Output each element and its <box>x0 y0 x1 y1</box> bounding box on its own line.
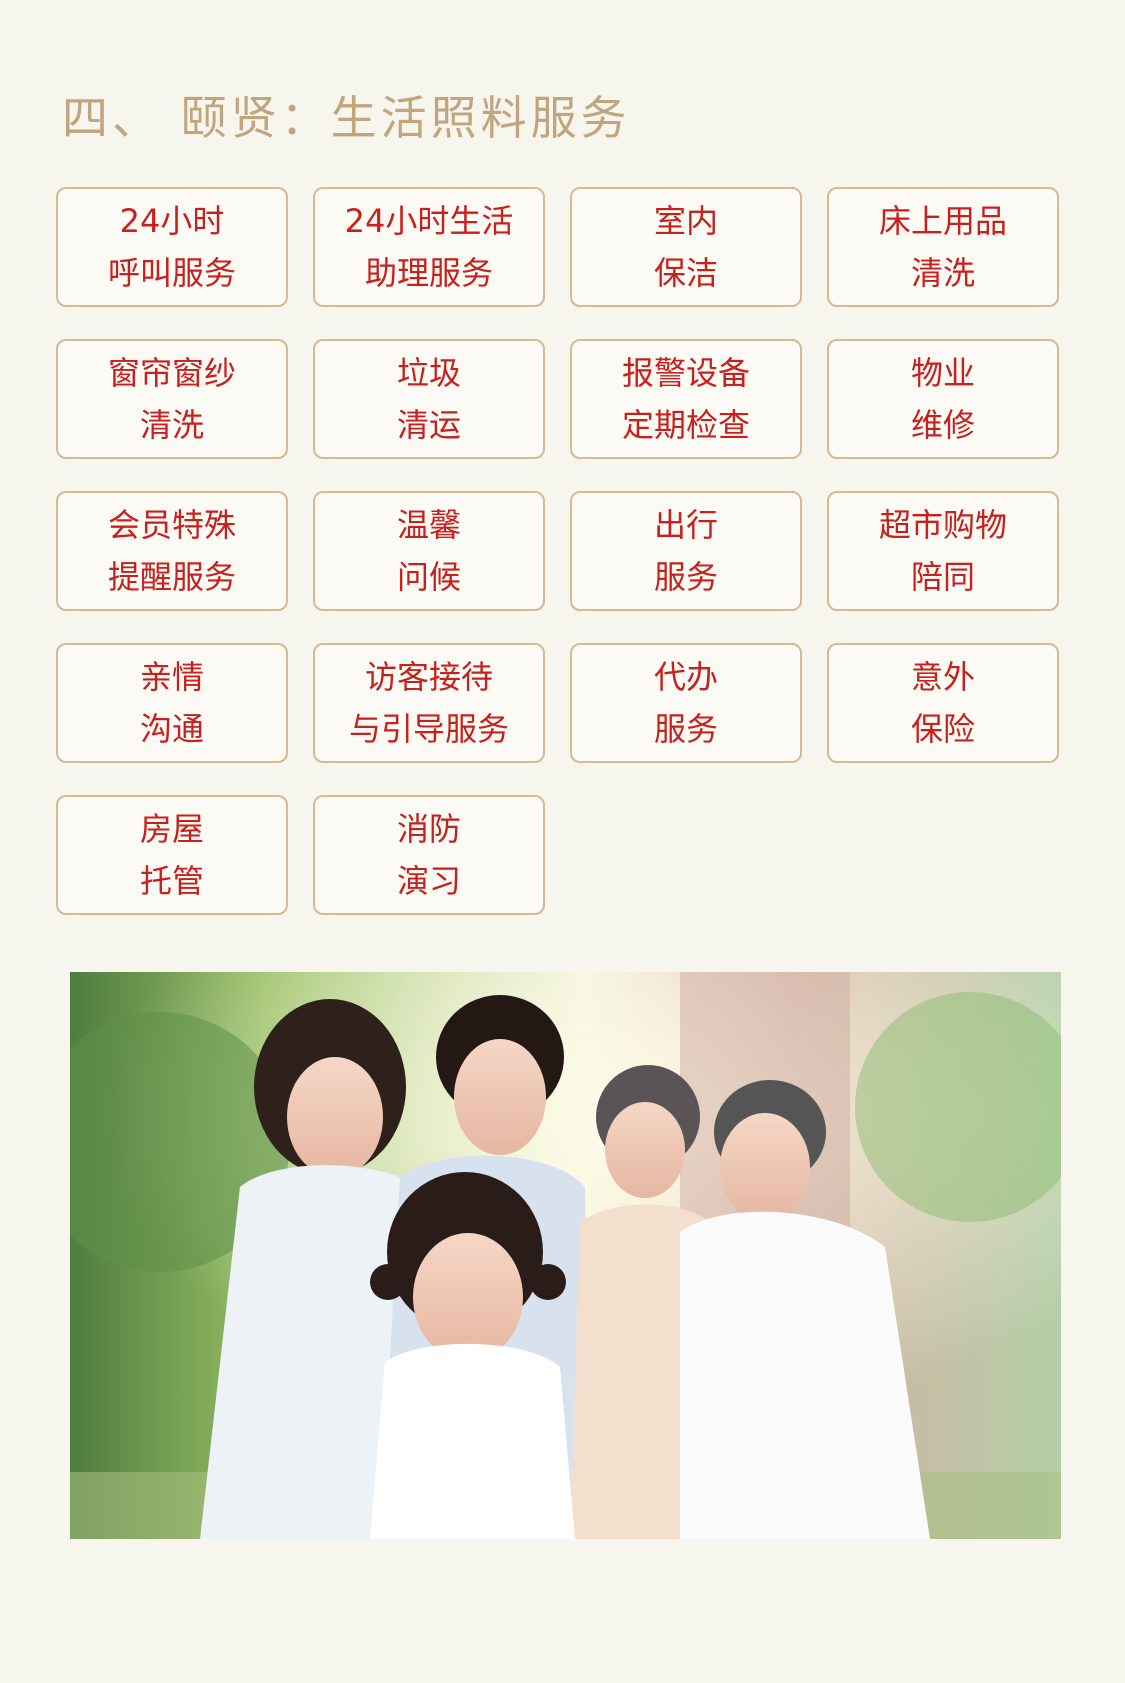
service-line: 超市购物 <box>878 506 1007 544</box>
service-line: 消防 <box>396 810 461 848</box>
service-card[interactable]: 垃圾 清运 <box>313 339 545 459</box>
service-line: 室内 <box>653 202 718 240</box>
service-card[interactable]: 温馨 问候 <box>313 491 545 611</box>
service-line: 沟通 <box>139 710 204 748</box>
service-line: 垃圾 <box>396 354 461 392</box>
service-card[interactable]: 亲情 沟通 <box>56 643 288 763</box>
service-card[interactable]: 报警设备 定期检查 <box>570 339 802 459</box>
service-line: 报警设备 <box>621 354 750 392</box>
service-line: 意外 <box>910 658 975 696</box>
service-card[interactable]: 床上用品 清洗 <box>827 187 1059 307</box>
service-line: 床上用品 <box>878 202 1007 240</box>
service-line: 维修 <box>910 406 975 444</box>
service-line: 呼叫服务 <box>107 254 236 292</box>
service-card[interactable]: 24小时生活 助理服务 <box>313 187 545 307</box>
service-line: 定期检查 <box>621 406 750 444</box>
family-photo <box>70 972 1061 1539</box>
service-line: 与引导服务 <box>348 710 509 748</box>
service-card[interactable]: 窗帘窗纱 清洗 <box>56 339 288 459</box>
service-line: 托管 <box>139 862 204 900</box>
service-line: 助理服务 <box>364 254 493 292</box>
page-title: 四、 颐贤：生活照料服务 <box>62 91 631 145</box>
service-card[interactable]: 出行 服务 <box>570 491 802 611</box>
service-line: 演习 <box>396 862 461 900</box>
service-card[interactable]: 代办 服务 <box>570 643 802 763</box>
service-line: 保洁 <box>653 254 718 292</box>
service-line: 问候 <box>396 558 461 596</box>
service-line: 服务 <box>653 558 718 596</box>
service-line: 房屋 <box>139 810 204 848</box>
service-line: 会员特殊 <box>107 506 236 544</box>
service-card[interactable]: 房屋 托管 <box>56 795 288 915</box>
service-line: 亲情 <box>139 658 204 696</box>
service-line: 24小时生活 <box>344 202 514 240</box>
service-line: 物业 <box>910 354 975 392</box>
service-line: 陪同 <box>910 558 975 596</box>
service-line: 清洗 <box>910 254 975 292</box>
service-card[interactable]: 意外 保险 <box>827 643 1059 763</box>
services-grid: 24小时 呼叫服务 24小时生活 助理服务 室内 保洁 床上用品 清洗 窗帘窗纱 清洗 垃… <box>56 187 1061 915</box>
service-card[interactable]: 物业 维修 <box>827 339 1059 459</box>
service-card[interactable]: 消防 演习 <box>313 795 545 915</box>
service-line: 清运 <box>396 406 461 444</box>
service-card[interactable]: 访客接待 与引导服务 <box>313 643 545 763</box>
service-line: 访客接待 <box>364 658 493 696</box>
service-line: 温馨 <box>396 506 461 544</box>
service-card[interactable]: 室内 保洁 <box>570 187 802 307</box>
service-line: 服务 <box>653 710 718 748</box>
service-line: 提醒服务 <box>107 558 236 596</box>
service-card[interactable]: 会员特殊 提醒服务 <box>56 491 288 611</box>
service-card[interactable]: 24小时呼叫服务 <box>56 187 288 307</box>
service-card[interactable]: 超市购物 陪同 <box>827 491 1059 611</box>
service-line: 出行 <box>653 506 718 544</box>
service-line: 24小时 <box>119 202 225 240</box>
service-line: 窗帘窗纱 <box>107 354 236 392</box>
service-line: 代办 <box>653 658 718 696</box>
service-line: 清洗 <box>139 406 204 444</box>
service-line: 保险 <box>910 710 975 748</box>
